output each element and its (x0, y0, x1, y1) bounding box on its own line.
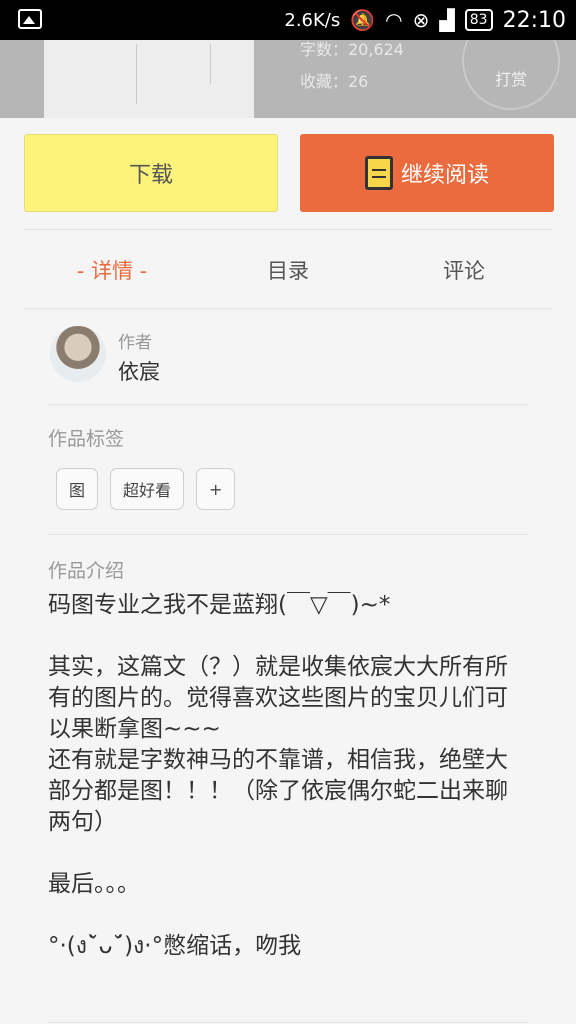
wifi-icon: ◠ (385, 8, 403, 32)
divider (48, 534, 528, 535)
divider (48, 404, 528, 405)
cover-decoration (210, 44, 224, 84)
gallery-icon (18, 9, 42, 29)
tag-list: 图 超好看 + (56, 468, 236, 510)
tab-contents-label: 目录 (267, 259, 309, 283)
download-button[interactable]: 下载 (24, 134, 278, 212)
continue-reading-label: 继续阅读 (400, 163, 489, 188)
continue-reading-button[interactable]: 继续阅读 (300, 134, 554, 212)
mute-icon: 🔕 (350, 8, 376, 32)
book-introduction: 码图专业之我不是蓝翔(￣▽￣)~* 其实，这篇文（？）就是收集依宸大大所有所有的… (48, 592, 508, 959)
tab-bar: - 详情 - 目录 评论 (24, 232, 552, 308)
tab-contents[interactable]: 目录 (200, 232, 376, 308)
status-bar: 2.6K/s 🔕 ◠ ⊗ ▟ 83 22:10 (0, 0, 576, 40)
divider (24, 308, 552, 309)
tag-item[interactable]: 超好看 (110, 468, 185, 510)
favorite-count: 收藏：26 (300, 72, 369, 91)
word-count: 字数：20,624 (300, 40, 404, 59)
book-icon (364, 156, 393, 190)
tab-details[interactable]: - 详情 - (24, 232, 200, 308)
status-indicators: 2.6K/s 🔕 ◠ ⊗ ▟ 83 22:10 (284, 0, 566, 40)
divider (24, 229, 552, 230)
tab-comments-label: 评论 (443, 259, 485, 283)
tags-section-label: 作品标签 (48, 428, 125, 450)
tab-comments[interactable]: 评论 (376, 232, 552, 308)
tab-details-label: - 详情 - (76, 259, 148, 283)
book-cover[interactable] (44, 40, 254, 118)
author-name[interactable]: 依宸 (118, 356, 160, 386)
add-tag-button[interactable]: + (196, 468, 236, 510)
author-label: 作者 (118, 333, 152, 353)
notification-icon: ⊗ (412, 8, 430, 32)
avatar[interactable] (50, 326, 106, 382)
intro-section-label: 作品介绍 (48, 560, 125, 582)
signal-icon: ▟ (439, 8, 455, 32)
tag-item[interactable]: 图 (56, 468, 99, 510)
cover-decoration (136, 44, 150, 104)
net-speed: 2.6K/s (284, 9, 341, 31)
book-header: 字数：20,624 收藏：26 打赏 (0, 40, 576, 118)
divider (48, 1022, 528, 1023)
reward-label: 打赏 (494, 70, 527, 89)
clock: 22:10 (502, 7, 566, 33)
battery-icon: 83 (464, 9, 493, 31)
download-label: 下载 (128, 163, 173, 188)
reward-button[interactable]: 打赏 (462, 40, 560, 110)
